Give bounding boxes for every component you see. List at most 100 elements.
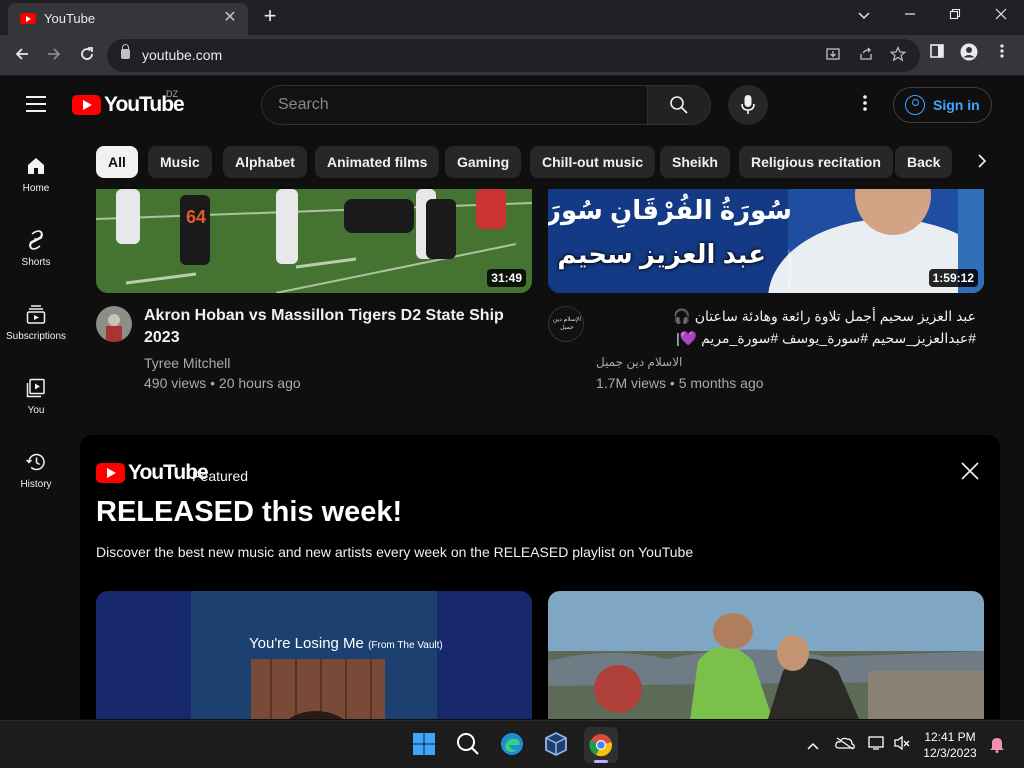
browser-tab-strip: YouTube ✕ + bbox=[0, 0, 1024, 35]
guide-label-home: Home bbox=[22, 183, 50, 194]
music-video-thumbnail-image-2 bbox=[548, 591, 984, 719]
close-window-icon[interactable] bbox=[986, 6, 1016, 26]
avatar-text: الإسلام دين جميل bbox=[553, 317, 581, 331]
video-title[interactable]: Akron Hoban vs Massillon Tigers D2 State… bbox=[144, 305, 524, 349]
menu-icon[interactable] bbox=[26, 96, 46, 112]
install-app-icon[interactable] bbox=[823, 46, 843, 66]
sign-in-button[interactable]: Sign in bbox=[893, 87, 992, 123]
chevron-up-icon[interactable] bbox=[803, 735, 823, 755]
mini-guide: Home Shorts Subscriptions You History bbox=[0, 133, 72, 719]
close-icon[interactable] bbox=[958, 459, 982, 483]
chip-sheikh[interactable]: Sheikh bbox=[660, 146, 730, 178]
home-icon bbox=[28, 158, 44, 174]
restore-icon[interactable] bbox=[940, 6, 970, 26]
chevron-right-icon[interactable] bbox=[970, 150, 994, 174]
tab-close-icon[interactable]: ✕ bbox=[220, 7, 240, 27]
bookmark-star-icon[interactable] bbox=[888, 46, 908, 66]
side-panel-icon[interactable] bbox=[925, 43, 949, 67]
volume-muted-icon[interactable] bbox=[892, 735, 912, 755]
chip-gaming[interactable]: Gaming bbox=[445, 146, 522, 178]
youtube-play-icon bbox=[72, 95, 101, 115]
video-thumbnail[interactable]: You're Losing Me (From The Vault) bbox=[96, 591, 532, 719]
video-thumbnail[interactable]: 64 31:49 bbox=[96, 189, 532, 293]
network-icon[interactable] bbox=[867, 735, 887, 755]
minimize-icon[interactable] bbox=[895, 6, 925, 26]
channel-name[interactable]: الاسلام دين جميل bbox=[596, 355, 682, 369]
tab-title: YouTube bbox=[44, 11, 96, 26]
video-thumbnail[interactable] bbox=[548, 591, 984, 719]
chip-chill-out-music[interactable]: Chill-out music bbox=[530, 146, 656, 178]
channel-name[interactable]: Tyree Mitchell bbox=[144, 355, 230, 371]
guide-item-subscriptions[interactable]: Subscriptions bbox=[0, 289, 72, 363]
featured-title: RELEASED this week! bbox=[96, 496, 403, 528]
search-icon[interactable] bbox=[455, 731, 483, 759]
guide-item-home[interactable]: Home bbox=[0, 141, 72, 215]
tab-search-icon[interactable] bbox=[849, 6, 879, 26]
duration-badge: 1:59:12 bbox=[928, 269, 978, 287]
microphone-icon bbox=[741, 95, 755, 114]
reload-icon[interactable] bbox=[74, 43, 100, 69]
voice-search-button[interactable] bbox=[728, 85, 768, 125]
new-tab-icon[interactable]: + bbox=[258, 4, 282, 28]
address-bar[interactable]: youtube.com bbox=[107, 39, 920, 72]
chip-all[interactable]: All bbox=[96, 146, 138, 178]
profile-icon[interactable] bbox=[957, 43, 981, 67]
chip-animated-films[interactable]: Animated films bbox=[315, 146, 440, 178]
video-title-line: #عبدالعزيز_سحيم #سورة_يوسف #سورة_مريم 💜| bbox=[676, 330, 976, 346]
duration-badge: 31:49 bbox=[487, 269, 526, 287]
notification-bell-icon[interactable] bbox=[987, 735, 1007, 755]
forward-icon[interactable] bbox=[41, 43, 67, 69]
country-code: DZ bbox=[166, 89, 178, 99]
subscriptions-icon bbox=[26, 305, 46, 324]
browser-toolbar: youtube.com bbox=[0, 35, 1024, 76]
video-title[interactable]: عبد العزيز سحيم أجمل تلاوة رائعة وهادئة … bbox=[596, 305, 976, 349]
chip-alphabet[interactable]: Alphabet bbox=[223, 146, 307, 178]
browse-content: 64 31:49 Akron Hoban vs Massillon Tigers… bbox=[72, 189, 1024, 719]
video-metadata: 1.7M views • 5 months ago bbox=[596, 375, 764, 391]
video-metadata: 490 views • 20 hours ago bbox=[144, 375, 301, 391]
guide-item-you[interactable]: You bbox=[0, 363, 72, 437]
system-clock[interactable]: 12:41 PM 12/3/2023 bbox=[914, 729, 986, 761]
sign-in-label: Sign in bbox=[933, 97, 980, 113]
edge-browser-icon[interactable] bbox=[499, 731, 527, 759]
windows-taskbar: 12:41 PM 12/3/2023 bbox=[0, 720, 1024, 768]
youtube-favicon-icon bbox=[20, 13, 36, 24]
guide-label-you: You bbox=[27, 405, 45, 416]
avatar[interactable] bbox=[96, 306, 132, 342]
guide-item-shorts[interactable]: Shorts bbox=[0, 215, 72, 289]
chip-music[interactable]: Music bbox=[148, 146, 212, 178]
youtube-masthead: YouTube DZ Sign in bbox=[0, 77, 1024, 133]
chip-bar: All Music Alphabet Animated films Gaming… bbox=[72, 133, 1024, 189]
search-box[interactable] bbox=[261, 85, 648, 125]
search-icon bbox=[670, 96, 688, 114]
youtube-play-icon bbox=[96, 463, 125, 483]
windows-start-icon[interactable] bbox=[411, 731, 439, 759]
lock-icon[interactable] bbox=[121, 44, 130, 59]
guide-label-subscriptions: Subscriptions bbox=[5, 331, 67, 342]
chip-religious-recitation[interactable]: Religious recitation bbox=[739, 146, 893, 178]
video-title-line: عبد العزيز سحيم أجمل تلاوة رائعة وهادئة … bbox=[673, 308, 976, 324]
video-thumbnail[interactable]: سُورَةُ الفُرْقَانِ سُورَةُ القِيَامَةِ … bbox=[548, 189, 984, 293]
virtualbox-icon[interactable] bbox=[543, 731, 571, 759]
shorts-icon bbox=[29, 230, 43, 250]
browser-tab[interactable]: YouTube ✕ bbox=[8, 3, 248, 35]
clock-time: 12:41 PM bbox=[924, 730, 976, 744]
search-input[interactable] bbox=[278, 94, 618, 116]
chip-back[interactable]: Back bbox=[895, 146, 953, 178]
guide-item-history[interactable]: History bbox=[0, 437, 72, 511]
share-icon[interactable] bbox=[856, 46, 876, 66]
onedrive-icon[interactable] bbox=[835, 735, 855, 755]
settings-more-icon[interactable] bbox=[853, 93, 877, 117]
featured-shelf: YouTube Featured RELEASED this week! Dis… bbox=[80, 435, 1000, 719]
search-button[interactable] bbox=[647, 85, 711, 125]
avatar[interactable]: الإسلام دين جميل bbox=[548, 306, 584, 342]
video-title-line: Akron Hoban vs Massillon Tigers D2 State… bbox=[144, 307, 504, 324]
url-text[interactable]: youtube.com bbox=[142, 47, 222, 63]
chrome-menu-icon[interactable] bbox=[990, 43, 1014, 67]
thumbnail-caption-bottom: عبد العزيز سحيم bbox=[557, 239, 766, 269]
clock-date: 12/3/2023 bbox=[923, 746, 977, 760]
thumbnail-caption-top: سُورَةُ الفُرْقَانِ سُورَةُ القِيَامَةِ bbox=[548, 195, 792, 225]
song-title: You're Losing Me bbox=[249, 635, 364, 652]
chrome-taskbar-button[interactable] bbox=[584, 727, 618, 763]
back-icon[interactable] bbox=[9, 43, 35, 69]
